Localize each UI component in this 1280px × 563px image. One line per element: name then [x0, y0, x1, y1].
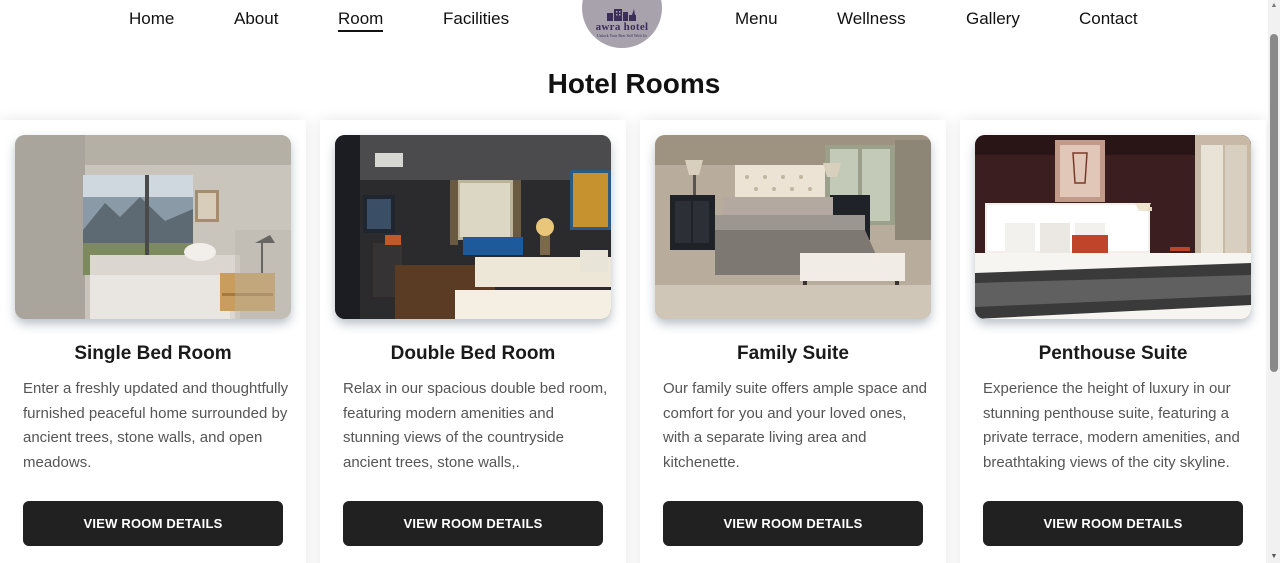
room-card-double: Double Bed Room Relax in our spacious do… [320, 120, 626, 563]
double-bed-room-photo[interactable] [335, 135, 611, 319]
scrollbar-thumb[interactable] [1270, 34, 1278, 372]
room-description: Enter a freshly updated and thoughtfully… [23, 380, 289, 471]
view-room-details-button[interactable]: VIEW ROOM DETAILS [343, 501, 603, 546]
main-nav: Home About Room Facilities awra hotel Un… [0, 0, 1268, 48]
room-description: Experience the height of luxury in our s… [983, 380, 1240, 471]
room-title: Double Bed Room [390, 343, 556, 364]
room-cards: Single Bed Room Enter a freshly updated … [0, 120, 1268, 563]
nav-link-facilities[interactable]: Facilities [443, 9, 509, 29]
nav-link-menu[interactable]: Menu [735, 9, 778, 29]
hotel-building-icon [607, 9, 636, 21]
room-card-single: Single Bed Room Enter a freshly updated … [0, 120, 306, 563]
room-title: Family Suite [737, 343, 849, 364]
view-room-details-button[interactable]: VIEW ROOM DETAILS [983, 501, 1243, 546]
nav-link-wellness[interactable]: Wellness [837, 9, 906, 29]
nav-link-gallery[interactable]: Gallery [966, 9, 1020, 29]
page-scrollbar[interactable]: ▲ ▼ [1268, 0, 1280, 563]
room-description: Our family suite offers ample space and … [663, 380, 928, 471]
room-description: Relax in our spacious double bed room, f… [343, 380, 608, 471]
family-suite-photo[interactable] [655, 135, 931, 319]
hotel-logo[interactable]: awra hotel Unlock Your Best Self With Us [582, 0, 662, 48]
nav-link-home[interactable]: Home [129, 9, 174, 29]
room-title: Single Bed Room [74, 343, 232, 364]
view-room-details-button[interactable]: VIEW ROOM DETAILS [663, 501, 923, 546]
page-title: Hotel Rooms [547, 68, 721, 99]
penthouse-suite-photo[interactable] [975, 135, 1251, 319]
room-card-family: Family Suite Our family suite offers amp… [640, 120, 946, 563]
logo-name: awra hotel [595, 21, 649, 33]
nav-link-contact[interactable]: Contact [1079, 9, 1138, 29]
view-room-details-button[interactable]: VIEW ROOM DETAILS [23, 501, 283, 546]
nav-link-room[interactable]: Room [338, 9, 384, 32]
nav-link-about[interactable]: About [234, 9, 278, 29]
logo-tagline: Unlock Your Best Self With Us [596, 33, 648, 38]
scroll-up-arrow-icon[interactable]: ▲ [1270, 2, 1278, 10]
room-card-penthouse: Penthouse Suite Experience the height of… [960, 120, 1266, 563]
single-bed-room-photo[interactable] [15, 135, 291, 319]
scroll-down-arrow-icon[interactable]: ▼ [1270, 553, 1278, 561]
room-title: Penthouse Suite [1038, 343, 1188, 364]
